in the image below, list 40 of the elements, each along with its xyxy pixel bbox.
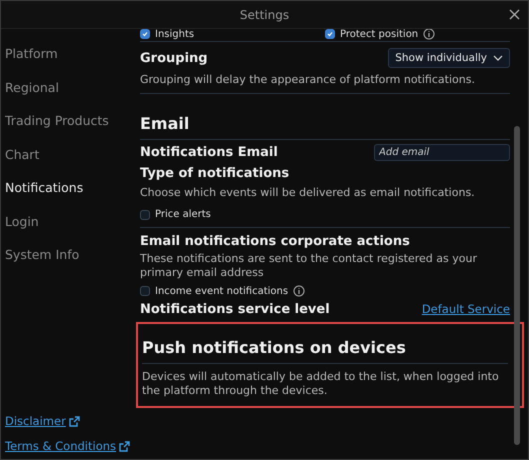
- window-title: Settings: [240, 8, 290, 22]
- checkbox[interactable]: [140, 210, 150, 220]
- chevron-icon: [493, 55, 503, 61]
- sidebar-item[interactable]: Notifications: [5, 171, 134, 204]
- info-icon[interactable]: [293, 285, 306, 297]
- section-heading: Push notifications on devices: [142, 338, 407, 357]
- checkbox[interactable]: [140, 286, 150, 296]
- checkbox-label: Price alerts: [155, 209, 211, 220]
- grouping-dropdown[interactable]: Show individually: [388, 48, 510, 68]
- push-description: Devices will automatically be added to the list, when logged into the platform through the devices.: [142, 370, 500, 398]
- checkbox-label: Income event notifications: [155, 286, 288, 296]
- checkbox[interactable]: [325, 29, 335, 39]
- checkbox[interactable]: [140, 29, 150, 39]
- checkbox-label: Insights: [155, 28, 194, 40]
- sidebar-item[interactable]: Regional: [5, 70, 134, 104]
- sidebar-item[interactable]: System Info: [5, 238, 134, 272]
- info-icon[interactable]: [423, 28, 436, 40]
- footer-link[interactable]: Terms & Conditions: [5, 439, 130, 453]
- footer-link[interactable]: Disclaimer: [5, 414, 80, 428]
- sidebar-item[interactable]: Login: [5, 204, 134, 238]
- grouping-description: Grouping will delay the appearance of platform notifications.: [140, 73, 476, 87]
- field-label: Notifications service level: [140, 302, 330, 317]
- checkbox-label: Protect position: [340, 28, 418, 40]
- subsection-heading: Email notifications corporate actions: [140, 234, 411, 249]
- scrollbar-thumb[interactable]: [514, 126, 520, 445]
- checkmark-icon: [142, 31, 148, 37]
- section-heading: Email: [140, 114, 190, 133]
- corporate-description: These notifications are sent to the contact registered as your primary email address: [140, 252, 478, 280]
- subsection-heading: Type of notifications: [140, 166, 290, 181]
- external-link-icon: [119, 440, 130, 452]
- field-label: Notifications Email: [140, 145, 278, 160]
- type-description: Choose which events will be delivered as email notifications.: [140, 186, 476, 200]
- sidebar-item[interactable]: Platform: [5, 37, 134, 70]
- sidebar-item[interactable]: Trading Products: [5, 104, 134, 138]
- service-level-link[interactable]: Default Service: [422, 302, 510, 316]
- close-icon[interactable]: [509, 9, 520, 20]
- checkmark-icon: [327, 31, 333, 37]
- external-link-icon: [68, 416, 80, 426]
- sidebar-item[interactable]: Chart: [5, 138, 134, 171]
- section-heading: Grouping: [140, 50, 208, 66]
